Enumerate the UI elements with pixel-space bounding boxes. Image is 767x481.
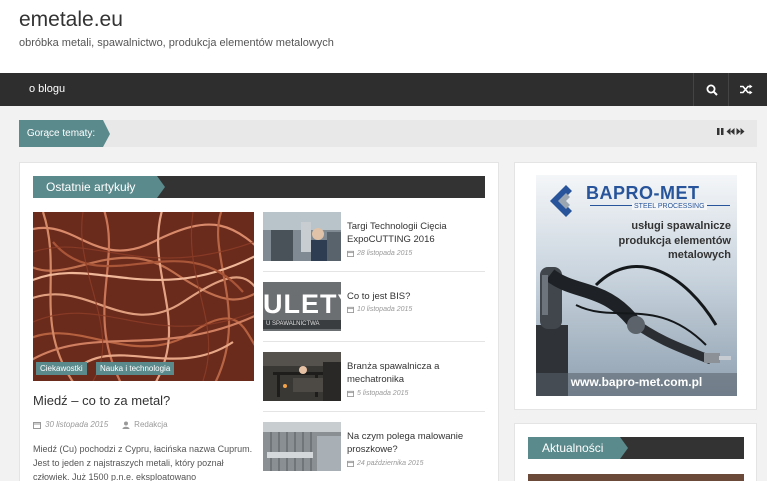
welding-workshop-image (263, 352, 341, 401)
post-date: 5 listopada 2015 (347, 390, 408, 397)
post-thumbnail[interactable] (263, 352, 341, 401)
shuffle-icon (740, 84, 753, 95)
calendar-icon (347, 390, 354, 397)
expo-cutting-image (263, 212, 341, 261)
search-button[interactable] (693, 73, 729, 106)
section-title: Ostatnie artykuły (33, 176, 165, 198)
post-date-text[interactable]: 28 listopada 2015 (357, 250, 412, 257)
divider (263, 411, 485, 412)
thumbnail-subtext: U SPAWALNICTWA (263, 320, 341, 329)
widget-title: Aktualności (528, 437, 628, 459)
hot-topics-ticker: Gorące tematy: (19, 120, 757, 147)
ad-tagline: STEEL PROCESSING (632, 203, 707, 210)
site-header: emetale.eu obróbka metali, spawalnictwo,… (0, 0, 767, 73)
copper-wire-image (33, 212, 254, 381)
next-icon[interactable] (736, 127, 745, 136)
post-title[interactable]: Na czym polega malowanie proszkowe? (347, 430, 482, 456)
featured-article-title[interactable]: Miedź – co to za metal? (33, 393, 170, 408)
calendar-icon (347, 460, 354, 467)
thumbnail-text: ULETY (263, 289, 341, 319)
powder-coating-image (263, 422, 341, 471)
ad-brand: BAPRO-MET (586, 183, 700, 203)
featured-article-date[interactable]: 30 listopada 2015 (45, 420, 108, 429)
site-title[interactable]: emetale.eu (19, 8, 123, 32)
prev-icon[interactable] (726, 127, 735, 136)
random-post-button[interactable] (728, 73, 764, 106)
category-tag[interactable]: Ciekawostki (36, 362, 87, 375)
post-title[interactable]: Targi Technologii Cięcia ExpoCUTTING 201… (347, 220, 482, 246)
post-thumbnail[interactable] (263, 422, 341, 471)
list-item: Branża spawalnicza a mechatronika 5 list… (263, 352, 485, 412)
list-item: Na czym polega malowanie proszkowe? 24 p… (263, 422, 485, 481)
ad-url: www.bapro-met.com.pl (570, 375, 703, 389)
post-title[interactable]: Branża spawalnicza a mechatronika (347, 360, 482, 386)
post-date: 28 listopada 2015 (347, 250, 412, 257)
main-navigation: o blogu (0, 73, 767, 106)
post-date: 10 listopada 2015 (347, 306, 412, 313)
post-date-text[interactable]: 10 listopada 2015 (357, 306, 412, 313)
list-item: Targi Technologii Cięcia ExpoCUTTING 201… (263, 212, 485, 272)
ad-line-2: produkcja elementów (618, 235, 731, 247)
calendar-icon (347, 250, 354, 257)
site-description: obróbka metali, spawalnictwo, produkcja … (19, 37, 334, 49)
calendar-icon (33, 421, 41, 429)
pause-icon[interactable] (716, 127, 725, 136)
divider (263, 271, 485, 272)
divider (263, 341, 485, 342)
post-thumbnail[interactable] (263, 212, 341, 261)
ad-line-3: metalowych (668, 249, 731, 261)
post-date: 24 października 2015 (347, 460, 424, 467)
featured-article-meta: 30 listopada 2015 Redakcja (33, 420, 168, 429)
post-date-text[interactable]: 24 października 2015 (357, 460, 424, 467)
post-thumbnail[interactable]: ULETY U SPAWALNICTWA (263, 282, 341, 331)
nav-item-o-blogu[interactable]: o blogu (29, 83, 65, 95)
list-item: ULETY U SPAWALNICTWA Co to jest BIS? 10 … (263, 282, 485, 342)
user-icon (122, 421, 130, 429)
category-tag[interactable]: Nauka i technologia (96, 362, 175, 375)
calendar-icon (347, 306, 354, 313)
featured-article-author[interactable]: Redakcja (134, 420, 167, 429)
ticker-controls (716, 127, 745, 136)
section-header: Ostatnie artykuły (33, 176, 485, 198)
search-icon (706, 84, 718, 96)
ad-line-1: usługi spawalnicze (631, 220, 731, 232)
widget-header: Aktualności (528, 437, 744, 459)
post-date-text[interactable]: 5 listopada 2015 (357, 390, 408, 397)
featured-article-excerpt: Miedź (Cu) pochodzi z Cypru, łacińska na… (33, 444, 253, 481)
bapro-met-advertisement[interactable]: BAPRO-MET STEEL PROCESSING usługi spawal… (536, 175, 737, 396)
post-title[interactable]: Co to jest BIS? (347, 290, 482, 303)
featured-article-image[interactable] (33, 212, 254, 381)
news-thumbnail[interactable] (528, 474, 744, 481)
ticker-label: Gorące tematy: (19, 120, 110, 147)
